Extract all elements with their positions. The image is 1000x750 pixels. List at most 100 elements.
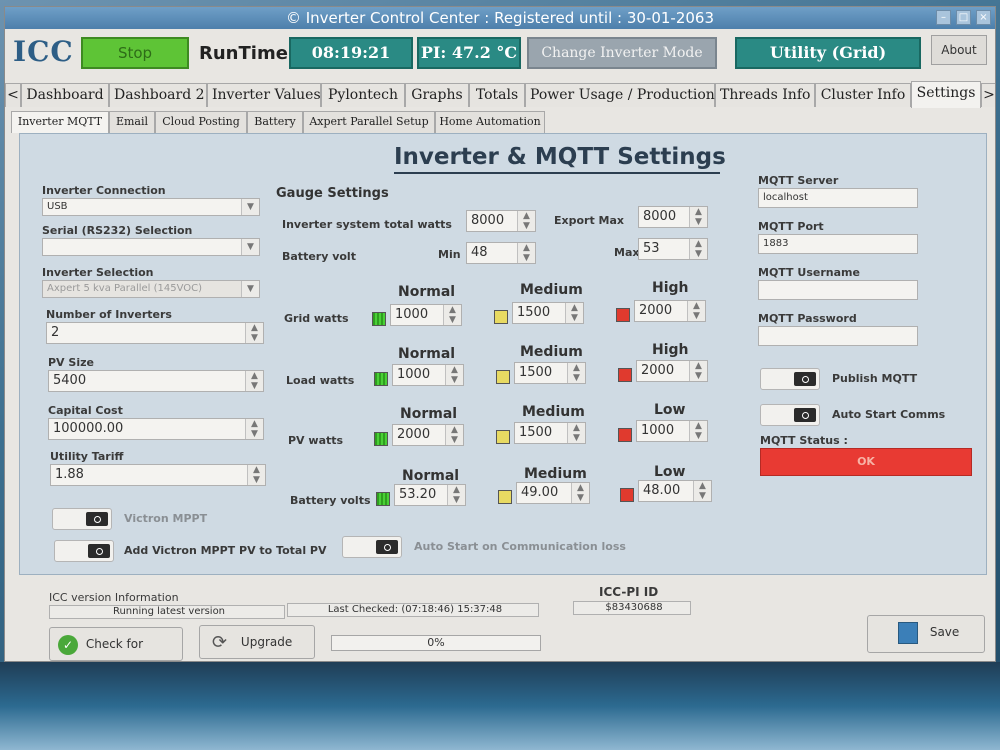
minimize-button[interactable]: – xyxy=(936,10,951,25)
tab-power-usage-production[interactable]: Power Usage / Production xyxy=(525,83,715,107)
inverter-connection-select[interactable]: USB ▼ xyxy=(42,198,260,216)
grid-normal-header: Normal xyxy=(398,284,456,300)
spin-arrows-icon[interactable]: ▲ ▼ xyxy=(689,207,707,227)
spin-arrows-icon[interactable]: ▲ ▼ xyxy=(517,211,535,231)
pv-normal-header: Normal xyxy=(400,406,458,422)
spin-arrows-icon[interactable]: ▲ ▼ xyxy=(689,361,707,381)
spin-arrows-icon[interactable]: ▲ ▼ xyxy=(443,305,461,325)
battery-normal-stepper[interactable]: 53.20 ▲ ▼ xyxy=(394,484,466,506)
change-inverter-mode-button[interactable]: Change Inverter Mode xyxy=(527,37,717,69)
grid-normal-stepper[interactable]: 1000 ▲ ▼ xyxy=(390,304,462,326)
about-button[interactable]: About xyxy=(931,35,987,65)
number-of-inverters-stepper[interactable]: 2 ▲ ▼ xyxy=(46,322,264,344)
app-logo: ICC xyxy=(13,35,74,68)
export-max-value: 8000 xyxy=(643,209,677,224)
app-window: © Inverter Control Center : Registered u… xyxy=(4,6,996,662)
subtab-inverter-mqtt[interactable]: Inverter MQTT xyxy=(11,111,109,133)
subtab-battery[interactable]: Battery xyxy=(247,111,303,133)
tab-settings[interactable]: Settings xyxy=(911,81,981,108)
spin-arrows-icon[interactable]: ▲ ▼ xyxy=(567,363,585,383)
spin-arrows-icon[interactable]: ▲ ▼ xyxy=(445,365,463,385)
auto-start-communication-toggle[interactable] xyxy=(342,536,402,558)
grid-high-stepper[interactable]: 2000 ▲ ▼ xyxy=(634,300,706,322)
load-high-stepper[interactable]: 2000 ▲ ▼ xyxy=(636,360,708,382)
utility-tariff-stepper[interactable]: 1.88 ▲ ▼ xyxy=(50,464,266,486)
red-swatch-icon xyxy=(616,308,630,322)
spin-arrows-icon[interactable]: ▲ ▼ xyxy=(245,419,263,439)
auto-start-comms-toggle[interactable] xyxy=(760,404,820,426)
capital-cost-stepper[interactable]: 100000.00 ▲ ▼ xyxy=(48,418,264,440)
add-victron-toggle[interactable] xyxy=(54,540,114,562)
spin-arrows-icon[interactable]: ▲ ▼ xyxy=(687,301,705,321)
battery-low-stepper[interactable]: 48.00 ▲ ▼ xyxy=(638,480,712,502)
inverter-selection-select[interactable]: Axpert 5 kva Parallel (145VOC) ▼ xyxy=(42,280,260,298)
subtab-cloud-posting[interactable]: Cloud Posting xyxy=(155,111,247,133)
spin-arrows-icon[interactable]: ▲ ▼ xyxy=(247,465,265,485)
spin-arrows-icon[interactable]: ▲ ▼ xyxy=(517,243,535,263)
utility-tariff-value: 1.88 xyxy=(55,467,84,482)
tab-pylontech[interactable]: Pylontech xyxy=(321,83,405,107)
battery-min-stepper[interactable]: 48 ▲ ▼ xyxy=(466,242,536,264)
battery-max-value: 53 xyxy=(643,241,660,256)
victron-mppt-label: Victron MPPT xyxy=(124,512,208,525)
victron-mppt-toggle[interactable] xyxy=(52,508,112,530)
tab-graphs[interactable]: Graphs xyxy=(405,83,469,107)
pv-medium-stepper[interactable]: 1500 ▲ ▼ xyxy=(514,422,586,444)
spin-arrows-icon[interactable]: ▲ ▼ xyxy=(689,239,707,259)
spin-arrows-icon[interactable]: ▲ ▼ xyxy=(245,323,263,343)
spin-arrows-icon[interactable]: ▲ ▼ xyxy=(567,423,585,443)
mqtt-port-input[interactable]: 1883 xyxy=(758,234,918,254)
refresh-icon: ⟳ xyxy=(212,631,228,653)
check-for-update-button[interactable]: ✓ Check for update xyxy=(49,627,183,661)
chevron-down-icon: ▼ xyxy=(241,281,259,297)
spin-arrows-icon[interactable]: ▲ ▼ xyxy=(445,425,463,445)
version-status: Running latest version xyxy=(49,605,285,619)
maximize-button[interactable]: □ xyxy=(956,10,971,25)
inverter-total-watts-stepper[interactable]: 8000 ▲ ▼ xyxy=(466,210,536,232)
pv-normal-stepper[interactable]: 2000 ▲ ▼ xyxy=(392,424,464,446)
pi-id-value: $83430688 xyxy=(573,601,691,615)
close-button[interactable]: × xyxy=(976,10,991,25)
pv-size-stepper[interactable]: 5400 ▲ ▼ xyxy=(48,370,264,392)
publish-mqtt-toggle[interactable] xyxy=(760,368,820,390)
battery-max-stepper[interactable]: 53 ▲ ▼ xyxy=(638,238,708,260)
last-checked: Last Checked: (07:18:46) 15:37:48 xyxy=(287,603,539,617)
subtab-email[interactable]: Email xyxy=(109,111,155,133)
tab-totals[interactable]: Totals xyxy=(469,83,525,107)
battery-max-label: Max xyxy=(614,246,640,259)
mqtt-password-input[interactable] xyxy=(758,326,918,346)
tab-scroll-left-icon[interactable]: < xyxy=(5,83,21,107)
load-normal-stepper[interactable]: 1000 ▲ ▼ xyxy=(392,364,464,386)
subtab-axpert-parallel-setup[interactable]: Axpert Parallel Setup xyxy=(303,111,435,133)
grid-normal-value: 1000 xyxy=(395,307,429,322)
export-max-stepper[interactable]: 8000 ▲ ▼ xyxy=(638,206,708,228)
spin-arrows-icon[interactable]: ▲ ▼ xyxy=(447,485,465,505)
spin-arrows-icon[interactable]: ▲ ▼ xyxy=(245,371,263,391)
tab-dashboard-2[interactable]: Dashboard 2 xyxy=(109,83,207,107)
version-info-label: ICC version Information xyxy=(49,591,179,604)
pv-low-stepper[interactable]: 1000 ▲ ▼ xyxy=(636,420,708,442)
load-medium-stepper[interactable]: 1500 ▲ ▼ xyxy=(514,362,586,384)
subtab-home-automation[interactable]: Home Automation xyxy=(435,111,545,133)
battery-medium-stepper[interactable]: 49.00 ▲ ▼ xyxy=(516,482,590,504)
save-button[interactable]: Save xyxy=(867,615,985,653)
spin-arrows-icon[interactable]: ▲ ▼ xyxy=(571,483,589,503)
battery-medium-header: Medium xyxy=(524,466,587,482)
mqtt-username-input[interactable] xyxy=(758,280,918,300)
export-max-label: Export Max xyxy=(554,214,625,227)
tab-threads-info[interactable]: Threads Info xyxy=(715,83,815,107)
stop-button[interactable]: Stop xyxy=(81,37,189,69)
add-victron-label: Add Victron MPPT PV to Total PV xyxy=(124,544,327,557)
upgrade-button[interactable]: ⟳ Upgrade xyxy=(199,625,315,659)
tab-inverter-values[interactable]: Inverter Values xyxy=(207,83,321,107)
spin-arrows-icon[interactable]: ▲ ▼ xyxy=(565,303,583,323)
mqtt-server-input[interactable]: localhost xyxy=(758,188,918,208)
grid-medium-stepper[interactable]: 1500 ▲ ▼ xyxy=(512,302,584,324)
spin-arrows-icon[interactable]: ▲ ▼ xyxy=(689,421,707,441)
tab-dashboard[interactable]: Dashboard xyxy=(21,83,109,107)
tab-cluster-info[interactable]: Cluster Info xyxy=(815,83,911,107)
spin-arrows-icon[interactable]: ▲ ▼ xyxy=(693,481,711,501)
pi-temperature: PI: 47.2 °C xyxy=(417,37,521,69)
serial-selection-select[interactable]: ▼ xyxy=(42,238,260,256)
tab-scroll-right-icon[interactable]: > xyxy=(981,83,995,107)
